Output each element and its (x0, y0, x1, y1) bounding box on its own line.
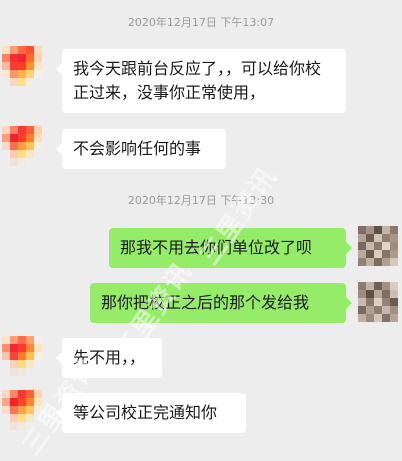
contact-avatar[interactable] (2, 390, 42, 430)
timestamp-1307: 2020年12月17日 下午13:07 (127, 16, 275, 29)
message-text: 先不用，， (73, 348, 146, 367)
contact-avatar[interactable] (2, 126, 42, 166)
message-text: 我今天跟前台反应了，，可以给你校正过来，没事你正常使用， (73, 59, 322, 102)
timestamp-1330: 2020年12月17日 下午13:30 (127, 194, 275, 207)
my-avatar[interactable] (358, 282, 398, 322)
contact-avatar[interactable] (2, 46, 42, 86)
contact-avatar[interactable] (2, 336, 42, 376)
my-avatar[interactable] (358, 226, 398, 266)
message-text: 那你把校正之后的那个发给我 (101, 293, 310, 312)
message-text: 等公司校正完通知你 (73, 403, 218, 422)
message-bubble-incoming[interactable]: 先不用，， (56, 338, 162, 378)
message-text: 不会影响任何的事 (73, 139, 202, 158)
message-text: 那我不用去你们单位改了呗 (120, 238, 313, 257)
message-bubble-outgoing[interactable]: 那我不用去你们单位改了呗 (109, 228, 352, 268)
message-bubble-incoming[interactable]: 我今天跟前台反应了，，可以给你校正过来，没事你正常使用， (56, 49, 346, 113)
message-bubble-outgoing[interactable]: 那你把校正之后的那个发给我 (90, 283, 352, 323)
message-bubble-incoming[interactable]: 不会影响任何的事 (56, 129, 226, 169)
message-bubble-incoming[interactable]: 等公司校正完通知你 (56, 393, 246, 433)
